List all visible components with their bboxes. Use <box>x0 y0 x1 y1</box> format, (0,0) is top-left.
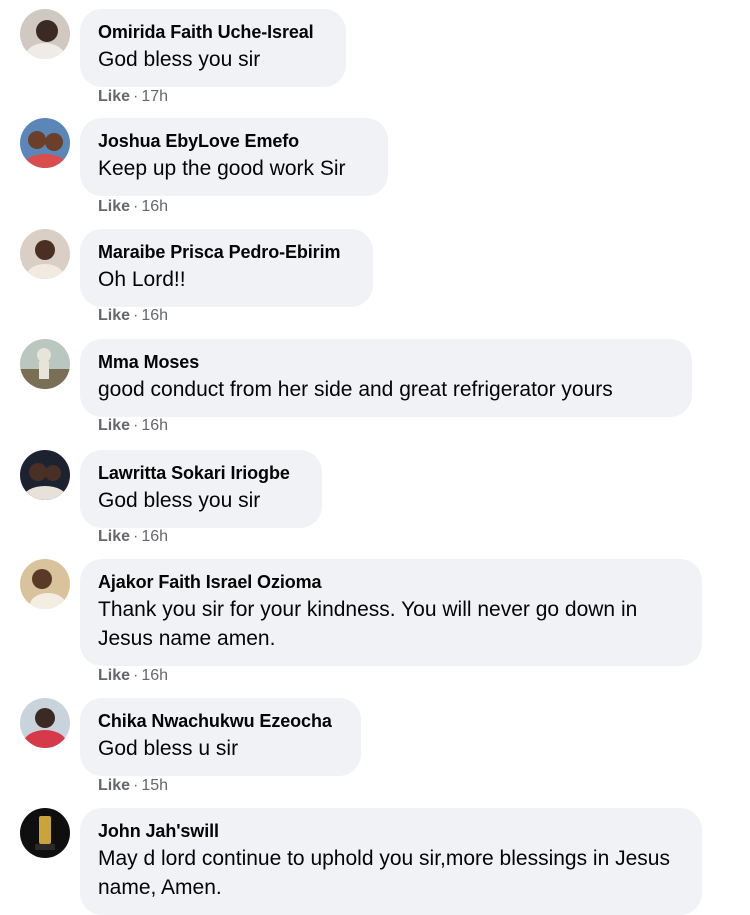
comment-meta: Like · 16h <box>98 666 168 686</box>
separator: · <box>133 198 139 215</box>
comment-author[interactable]: Ajakor Faith Israel Ozioma <box>98 571 684 593</box>
comment-author[interactable]: Maraibe Prisca Pedro-Ebirim <box>98 241 355 263</box>
comment-author[interactable]: Mma Moses <box>98 351 674 373</box>
comment-text: Thank you sir for your kindness. You wil… <box>98 598 638 650</box>
comment-author[interactable]: John Jah'swill <box>98 820 684 842</box>
like-link[interactable]: Like <box>98 777 130 794</box>
avatar[interactable] <box>20 808 70 858</box>
avatar-image <box>20 9 70 59</box>
comment-timestamp[interactable]: 16h <box>141 667 168 684</box>
comment-timestamp[interactable]: 15h <box>141 777 168 794</box>
comment-author[interactable]: Omirida Faith Uche-Isreal <box>98 21 328 43</box>
comment-author[interactable]: Lawritta Sokari Iriogbe <box>98 462 304 484</box>
comment-text: good conduct from her side and great ref… <box>98 378 613 401</box>
avatar-image <box>20 339 70 389</box>
avatar-image <box>20 450 70 500</box>
avatar-image <box>20 808 70 858</box>
separator: · <box>133 307 139 324</box>
comment-meta: Like · 16h <box>98 306 168 326</box>
avatar[interactable] <box>20 118 70 168</box>
comment-bubble: Lawritta Sokari Iriogbe God bless you si… <box>80 450 322 528</box>
comment-author[interactable]: Chika Nwachukwu Ezeocha <box>98 710 343 732</box>
comment-text: Oh Lord!! <box>98 268 186 291</box>
separator: · <box>133 667 139 684</box>
like-link[interactable]: Like <box>98 88 130 105</box>
comment-bubble: Ajakor Faith Israel Ozioma Thank you sir… <box>80 559 702 666</box>
comment-timestamp[interactable]: 16h <box>141 528 168 545</box>
separator: · <box>133 528 139 545</box>
avatar[interactable] <box>20 339 70 389</box>
comment-bubble: Mma Moses good conduct from her side and… <box>80 339 692 417</box>
comment-meta: Like · 16h <box>98 197 168 217</box>
like-link[interactable]: Like <box>98 198 130 215</box>
avatar[interactable] <box>20 9 70 59</box>
comment-bubble: Joshua EbyLove Emefo Keep up the good wo… <box>80 118 388 196</box>
comment-meta: Like · 15h <box>98 776 168 796</box>
comment-bubble: John Jah'swill May d lord continue to up… <box>80 808 702 915</box>
like-link[interactable]: Like <box>98 307 130 324</box>
separator: · <box>133 88 139 105</box>
comment-text: God bless you sir <box>98 489 261 512</box>
avatar[interactable] <box>20 450 70 500</box>
comment-timestamp[interactable]: 17h <box>141 88 168 105</box>
avatar-image <box>20 559 70 609</box>
like-link[interactable]: Like <box>98 528 130 545</box>
avatar[interactable] <box>20 229 70 279</box>
separator: · <box>133 417 139 434</box>
comment-meta: Like · 16h <box>98 527 168 547</box>
comment-meta: Like · 16h <box>98 416 168 436</box>
comment-bubble: Chika Nwachukwu Ezeocha God bless u sir <box>80 698 361 776</box>
avatar-image <box>20 229 70 279</box>
comment-timestamp[interactable]: 16h <box>141 198 168 215</box>
avatar[interactable] <box>20 559 70 609</box>
avatar-image <box>20 698 70 748</box>
comment-text: God bless you sir <box>98 48 261 71</box>
comment-timestamp[interactable]: 16h <box>141 417 168 434</box>
comment-bubble: Omirida Faith Uche-Isreal God bless you … <box>80 9 346 87</box>
comment-bubble: Maraibe Prisca Pedro-Ebirim Oh Lord!! <box>80 229 373 307</box>
comment-meta: Like · 17h <box>98 87 168 107</box>
like-link[interactable]: Like <box>98 417 130 434</box>
separator: · <box>133 777 139 794</box>
comment-timestamp[interactable]: 16h <box>141 307 168 324</box>
comment-author[interactable]: Joshua EbyLove Emefo <box>98 130 370 152</box>
avatar-image <box>20 118 70 168</box>
like-link[interactable]: Like <box>98 667 130 684</box>
comment-text: Keep up the good work Sir <box>98 157 346 180</box>
comment-text: God bless u sir <box>98 737 239 760</box>
avatar[interactable] <box>20 698 70 748</box>
comment-text: May d lord continue to uphold you sir,mo… <box>98 847 670 899</box>
